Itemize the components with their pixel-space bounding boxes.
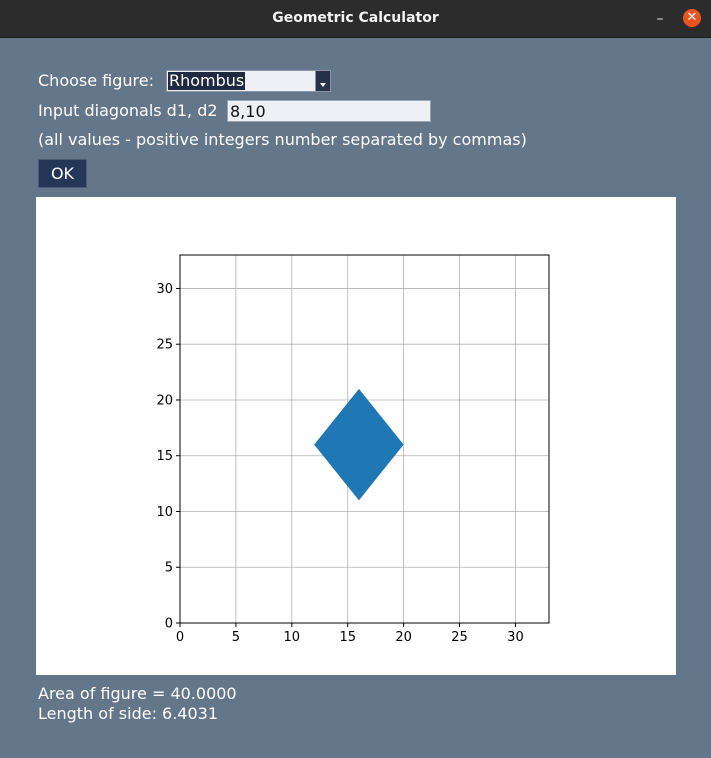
- y-tick-label-2: 10: [156, 505, 173, 520]
- x-tick-label-0: 0: [176, 630, 184, 645]
- x-tick-label-6: 30: [507, 630, 524, 645]
- x-tick-label-3: 15: [339, 630, 356, 645]
- chevron-down-icon[interactable]: [315, 71, 330, 91]
- y-tick-label-3: 15: [156, 449, 173, 464]
- y-tick-label-1: 5: [165, 561, 173, 576]
- app-window: Geometric Calculator – ✕ Choose figure: …: [0, 0, 711, 758]
- area-result: Area of figure = 40.0000: [38, 684, 237, 703]
- y-tick-label-6: 30: [156, 282, 173, 297]
- minimize-button[interactable]: –: [650, 8, 670, 28]
- y-tick-label-4: 20: [156, 393, 173, 408]
- rhombus-plot: 0 5 10 15 20 25 30 0 5 10 15 20 25 30: [156, 254, 550, 645]
- x-tick-label-4: 20: [395, 630, 412, 645]
- ok-button[interactable]: OK: [38, 159, 87, 188]
- figure-label: Choose figure:: [38, 71, 154, 90]
- side-length-result: Length of side: 6.4031: [38, 704, 219, 723]
- y-tick-label-5: 25: [156, 338, 173, 353]
- diagonals-input[interactable]: [227, 100, 431, 122]
- plot-canvas: 0 5 10 15 20 25 30 0 5 10 15 20 25 30: [36, 197, 676, 675]
- figure-select-value: Rhombus: [168, 71, 246, 90]
- close-button[interactable]: ✕: [683, 9, 701, 27]
- figure-select[interactable]: Rhombus: [166, 70, 331, 92]
- title-bar: Geometric Calculator – ✕: [0, 0, 711, 38]
- window-title: Geometric Calculator: [272, 10, 439, 26]
- diagonals-label: Input diagonals d1, d2: [38, 101, 218, 120]
- rhombus-shape: [314, 388, 404, 501]
- x-tick-label-5: 25: [451, 630, 468, 645]
- x-tick-label-2: 10: [284, 630, 301, 645]
- x-tick-label-1: 5: [232, 630, 240, 645]
- hint-text: (all values - positive integers number s…: [38, 130, 527, 149]
- y-tick-label-0: 0: [165, 617, 173, 632]
